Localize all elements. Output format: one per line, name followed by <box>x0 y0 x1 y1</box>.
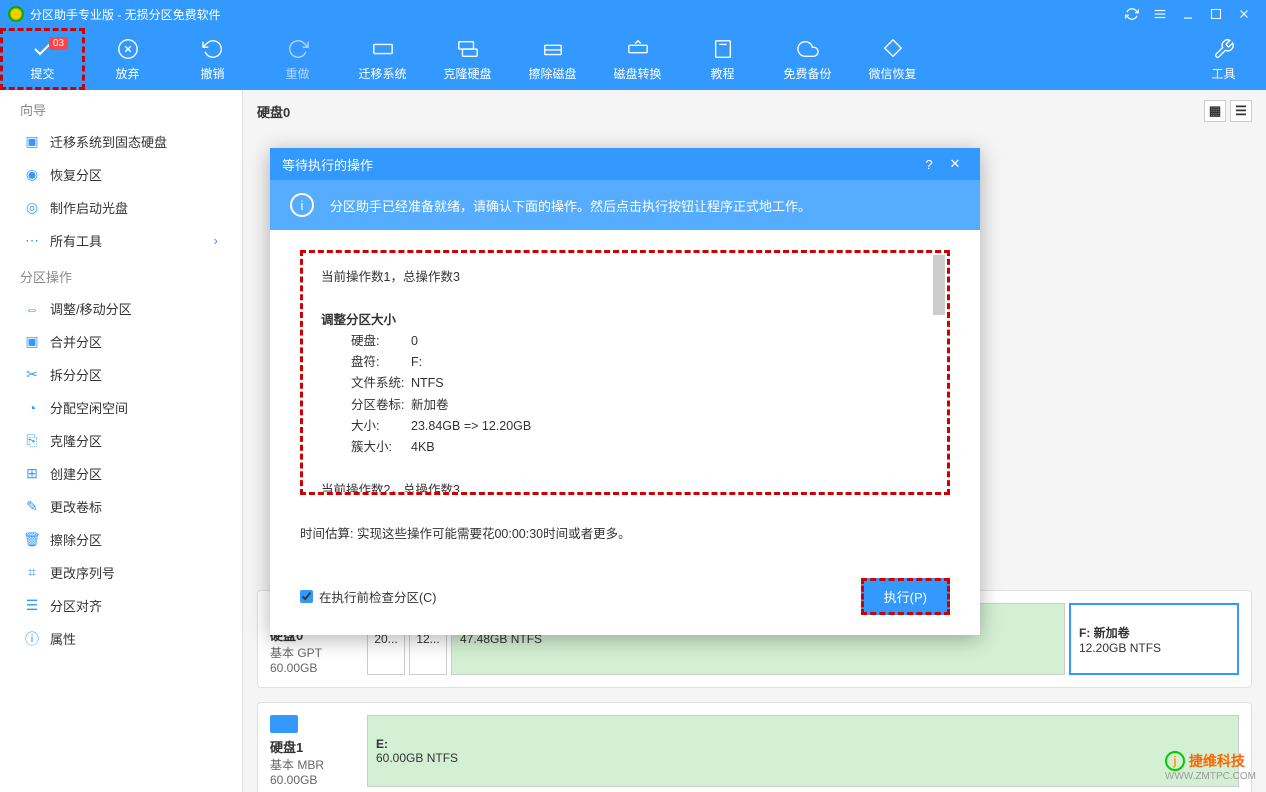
sidebar-item-create[interactable]: ⊞创建分区 <box>0 457 242 490</box>
convert-button[interactable]: 磁盘转换 <box>595 28 680 90</box>
sidebar-item-alltools[interactable]: ⋯所有工具› <box>0 224 242 257</box>
operations-list: 当前操作数1，总操作数3 调整分区大小 硬盘:0 盘符:F: 文件系统:NTFS… <box>300 250 950 495</box>
tutorial-button[interactable]: 教程 <box>680 28 765 90</box>
trash-icon: 🗑 <box>24 532 40 548</box>
discard-button[interactable]: 放弃 <box>85 28 170 90</box>
sidebar-item-merge[interactable]: ▣合并分区 <box>0 325 242 358</box>
grid-view-button[interactable]: ▦ <box>1204 100 1226 122</box>
clone-button[interactable]: 克隆硬盘 <box>425 28 510 90</box>
sidebar-item-label[interactable]: ✎更改卷标 <box>0 490 242 523</box>
watermark-logo-icon: j <box>1165 751 1185 771</box>
disk0-heading: 硬盘0 <box>257 102 290 121</box>
redo-button[interactable]: 重做 <box>255 28 340 90</box>
maximize-icon[interactable] <box>1202 0 1230 28</box>
commit-button[interactable]: 03 提交 <box>0 28 85 90</box>
sidebar-item-props[interactable]: ⓘ属性 <box>0 622 242 655</box>
disk-icon <box>270 715 298 733</box>
undo-button[interactable]: 撤销 <box>170 28 255 90</box>
drive-icon: ▣ <box>24 134 40 150</box>
sidebar-item-clone-part[interactable]: ⎘克隆分区 <box>0 424 242 457</box>
partition[interactable]: E: 60.00GB NTFS <box>367 715 1239 787</box>
toolbar: 03 提交 放弃 撤销 重做 迁移系统 克隆硬盘 擦除磁盘 磁盘转换 教程 免费… <box>0 28 1266 90</box>
allocate-icon: ◔ <box>24 400 40 416</box>
scrollbar[interactable] <box>933 255 945 315</box>
wizard-header: 向导 <box>0 90 242 125</box>
resize-icon: ⇔ <box>24 301 40 317</box>
close-icon[interactable]: ✕ <box>942 151 968 177</box>
undo-icon <box>201 37 225 61</box>
create-icon: ⊞ <box>24 466 40 482</box>
commit-badge: 03 <box>49 37 68 50</box>
partition-selected[interactable]: F: 新加卷 12.20GB NTFS <box>1069 603 1239 675</box>
window-title: 分区助手专业版 - 无损分区免费软件 <box>30 6 1118 23</box>
close-icon[interactable] <box>1230 0 1258 28</box>
ops-header: 分区操作 <box>0 257 242 292</box>
menu-icon[interactable] <box>1146 0 1174 28</box>
wechat-icon <box>881 37 905 61</box>
execute-button[interactable]: 执行(P) <box>861 578 950 615</box>
disk1-card: 硬盘1 基本 MBR 60.00GB E: 60.00GB NTFS <box>257 702 1252 792</box>
disc-icon: ◎ <box>24 200 40 216</box>
dots-icon: ⋯ <box>24 233 40 249</box>
cloud-icon <box>796 37 820 61</box>
sidebar-item-recover[interactable]: ◉恢复分区 <box>0 158 242 191</box>
split-icon: ✂ <box>24 367 40 383</box>
migrate-button[interactable]: 迁移系统 <box>340 28 425 90</box>
dialog-info: i 分区助手已经准备就绪，请确认下面的操作。然后点击执行按钮让程序正式地工作。 <box>270 180 980 230</box>
align-icon: ☰ <box>24 598 40 614</box>
info-icon: ⓘ <box>24 631 40 647</box>
sidebar-item-wipe-part[interactable]: 🗑擦除分区 <box>0 523 242 556</box>
chevron-right-icon: › <box>214 233 218 248</box>
minimize-icon[interactable] <box>1174 0 1202 28</box>
sidebar: 向导 ▣迁移系统到固态硬盘 ◉恢复分区 ◎制作启动光盘 ⋯所有工具› 分区操作 … <box>0 90 243 792</box>
sidebar-item-allocate[interactable]: ◔分配空闲空间 <box>0 391 242 424</box>
redo-icon <box>286 37 310 61</box>
pending-ops-dialog: 等待执行的操作 ? ✕ i 分区助手已经准备就绪，请确认下面的操作。然后点击执行… <box>270 148 980 635</box>
help-icon[interactable]: ? <box>916 151 942 177</box>
wipe-button[interactable]: 擦除磁盘 <box>510 28 595 90</box>
titlebar: 分区助手专业版 - 无损分区免费软件 <box>0 0 1266 28</box>
recover-icon: ◉ <box>24 167 40 183</box>
sidebar-item-serial[interactable]: ⌗更改序列号 <box>0 556 242 589</box>
backup-button[interactable]: 免费备份 <box>765 28 850 90</box>
info-icon: i <box>290 193 314 217</box>
copy-icon: ⎘ <box>24 433 40 449</box>
merge-icon: ▣ <box>24 334 40 350</box>
sidebar-item-migrate-ssd[interactable]: ▣迁移系统到固态硬盘 <box>0 125 242 158</box>
book-icon <box>711 37 735 61</box>
serial-icon: ⌗ <box>24 565 40 581</box>
convert-icon <box>626 37 650 61</box>
tools-button[interactable]: 工具 <box>1181 28 1266 90</box>
sidebar-item-bootdisk[interactable]: ◎制作启动光盘 <box>0 191 242 224</box>
drives-icon <box>456 37 480 61</box>
sidebar-item-align[interactable]: ☰分区对齐 <box>0 589 242 622</box>
check-before-exec-checkbox[interactable]: 在执行前检查分区(C) <box>300 587 436 606</box>
sidebar-item-resize[interactable]: ⇔调整/移动分区 <box>0 292 242 325</box>
sidebar-item-split[interactable]: ✂拆分分区 <box>0 358 242 391</box>
app-logo-icon <box>8 6 24 22</box>
x-circle-icon <box>116 37 140 61</box>
label-icon: ✎ <box>24 499 40 515</box>
watermark: j捷维科技 WWW.ZMTPC.COM <box>1165 751 1256 782</box>
drive-icon <box>371 37 395 61</box>
wrench-icon <box>1212 37 1236 61</box>
eraser-icon <box>541 37 565 61</box>
wechat-button[interactable]: 微信恢复 <box>850 28 935 90</box>
refresh-icon[interactable] <box>1118 0 1146 28</box>
time-estimate: 时间估算: 实现这些操作可能需要花00:00:30时间或者更多。 <box>300 523 950 542</box>
dialog-titlebar[interactable]: 等待执行的操作 ? ✕ <box>270 148 980 180</box>
list-view-button[interactable]: ☰ <box>1230 100 1252 122</box>
